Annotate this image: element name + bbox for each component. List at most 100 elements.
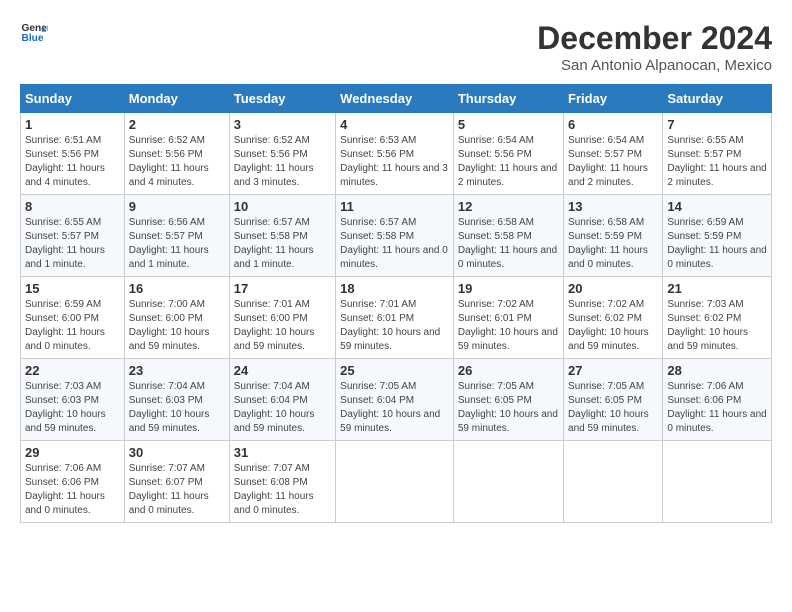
calendar-cell [336, 441, 454, 523]
calendar-cell: 14 Sunrise: 6:59 AM Sunset: 5:59 PM Dayli… [663, 195, 772, 277]
day-number: 12 [458, 199, 559, 214]
day-info: Sunrise: 7:05 AM Sunset: 6:05 PM Dayligh… [458, 380, 559, 436]
day-info: Sunrise: 7:02 AM Sunset: 6:02 PM Dayligh… [568, 298, 658, 354]
day-number: 6 [568, 117, 658, 132]
day-number: 31 [234, 445, 331, 460]
calendar-cell: 11 Sunrise: 6:57 AM Sunset: 5:58 PM Dayli… [336, 195, 454, 277]
day-info: Sunrise: 6:55 AM Sunset: 5:57 PM Dayligh… [667, 134, 767, 190]
calendar-cell: 26 Sunrise: 7:05 AM Sunset: 6:05 PM Dayli… [453, 359, 563, 441]
day-info: Sunrise: 6:57 AM Sunset: 5:58 PM Dayligh… [234, 216, 331, 272]
day-number: 14 [667, 199, 767, 214]
day-info: Sunrise: 7:05 AM Sunset: 6:05 PM Dayligh… [568, 380, 658, 436]
day-info: Sunrise: 7:07 AM Sunset: 6:08 PM Dayligh… [234, 462, 331, 518]
day-info: Sunrise: 6:51 AM Sunset: 5:56 PM Dayligh… [25, 134, 120, 190]
calendar-table: SundayMondayTuesdayWednesdayThursdayFrid… [20, 84, 772, 523]
day-info: Sunrise: 6:57 AM Sunset: 5:58 PM Dayligh… [340, 216, 449, 272]
day-number: 13 [568, 199, 658, 214]
day-number: 28 [667, 363, 767, 378]
calendar-cell: 12 Sunrise: 6:58 AM Sunset: 5:58 PM Dayli… [453, 195, 563, 277]
day-number: 22 [25, 363, 120, 378]
col-header-friday: Friday [564, 85, 663, 113]
logo: General Blue [20, 20, 48, 48]
col-header-sunday: Sunday [21, 85, 125, 113]
day-info: Sunrise: 7:01 AM Sunset: 6:01 PM Dayligh… [340, 298, 449, 354]
calendar-week-row: 29 Sunrise: 7:06 AM Sunset: 6:06 PM Dayli… [21, 441, 772, 523]
day-info: Sunrise: 6:52 AM Sunset: 5:56 PM Dayligh… [234, 134, 331, 190]
day-info: Sunrise: 6:55 AM Sunset: 5:57 PM Dayligh… [25, 216, 120, 272]
calendar-cell: 25Sunrise: 7:05 AM Sunset: 6:04 PM Dayli… [336, 359, 454, 441]
day-number: 29 [25, 445, 120, 460]
calendar-cell [564, 441, 663, 523]
sub-title: San Antonio Alpanocan, Mexico [537, 57, 772, 74]
calendar-cell: 13 Sunrise: 6:58 AM Sunset: 5:59 PM Dayli… [564, 195, 663, 277]
logo-icon: General Blue [20, 20, 48, 48]
calendar-cell: 3 Sunrise: 6:52 AM Sunset: 5:56 PM Daylig… [229, 113, 335, 195]
col-header-saturday: Saturday [663, 85, 772, 113]
day-info: Sunrise: 7:06 AM Sunset: 6:06 PM Dayligh… [25, 462, 120, 518]
day-number: 3 [234, 117, 331, 132]
col-header-thursday: Thursday [453, 85, 563, 113]
day-number: 24 [234, 363, 331, 378]
calendar-cell: 6 Sunrise: 6:54 AM Sunset: 5:57 PM Daylig… [564, 113, 663, 195]
calendar-cell: 5Sunrise: 6:54 AM Sunset: 5:56 PM Daylig… [453, 113, 563, 195]
svg-text:Blue: Blue [22, 33, 44, 44]
day-number: 7 [667, 117, 767, 132]
day-number: 26 [458, 363, 559, 378]
day-info: Sunrise: 7:03 AM Sunset: 6:03 PM Dayligh… [25, 380, 120, 436]
calendar-cell: 15Sunrise: 6:59 AM Sunset: 6:00 PM Dayli… [21, 277, 125, 359]
calendar-cell: 17Sunrise: 7:01 AM Sunset: 6:00 PM Dayli… [229, 277, 335, 359]
day-number: 1 [25, 117, 120, 132]
day-number: 16 [129, 281, 225, 296]
calendar-week-row: 22 Sunrise: 7:03 AM Sunset: 6:03 PM Dayli… [21, 359, 772, 441]
col-header-tuesday: Tuesday [229, 85, 335, 113]
day-info: Sunrise: 7:05 AM Sunset: 6:04 PM Dayligh… [340, 380, 449, 436]
calendar-cell: 27Sunrise: 7:05 AM Sunset: 6:05 PM Dayli… [564, 359, 663, 441]
day-info: Sunrise: 7:04 AM Sunset: 6:04 PM Dayligh… [234, 380, 331, 436]
calendar-cell [453, 441, 563, 523]
day-number: 10 [234, 199, 331, 214]
calendar-cell: 22 Sunrise: 7:03 AM Sunset: 6:03 PM Dayli… [21, 359, 125, 441]
day-info: Sunrise: 6:56 AM Sunset: 5:57 PM Dayligh… [129, 216, 225, 272]
calendar-cell: 18Sunrise: 7:01 AM Sunset: 6:01 PM Dayli… [336, 277, 454, 359]
calendar-cell: 31 Sunrise: 7:07 AM Sunset: 6:08 PM Dayli… [229, 441, 335, 523]
calendar-week-row: 1 Sunrise: 6:51 AM Sunset: 5:56 PM Daylig… [21, 113, 772, 195]
day-info: Sunrise: 6:58 AM Sunset: 5:59 PM Dayligh… [568, 216, 658, 272]
calendar-cell: 20 Sunrise: 7:02 AM Sunset: 6:02 PM Dayli… [564, 277, 663, 359]
day-number: 19 [458, 281, 559, 296]
day-info: Sunrise: 7:04 AM Sunset: 6:03 PM Dayligh… [129, 380, 225, 436]
day-number: 9 [129, 199, 225, 214]
calendar-cell: 9 Sunrise: 6:56 AM Sunset: 5:57 PM Daylig… [124, 195, 229, 277]
day-info: Sunrise: 7:06 AM Sunset: 6:06 PM Dayligh… [667, 380, 767, 436]
day-number: 5 [458, 117, 559, 132]
col-header-wednesday: Wednesday [336, 85, 454, 113]
day-info: Sunrise: 6:58 AM Sunset: 5:58 PM Dayligh… [458, 216, 559, 272]
calendar-cell: 7 Sunrise: 6:55 AM Sunset: 5:57 PM Daylig… [663, 113, 772, 195]
day-info: Sunrise: 6:59 AM Sunset: 5:59 PM Dayligh… [667, 216, 767, 272]
calendar-week-row: 8Sunrise: 6:55 AM Sunset: 5:57 PM Daylig… [21, 195, 772, 277]
calendar-cell: 23Sunrise: 7:04 AM Sunset: 6:03 PM Dayli… [124, 359, 229, 441]
day-info: Sunrise: 7:03 AM Sunset: 6:02 PM Dayligh… [667, 298, 767, 354]
calendar-cell [663, 441, 772, 523]
calendar-cell: 19 Sunrise: 7:02 AM Sunset: 6:01 PM Dayli… [453, 277, 563, 359]
calendar-cell: 24 Sunrise: 7:04 AM Sunset: 6:04 PM Dayli… [229, 359, 335, 441]
header: General Blue December 2024 San Antonio A… [20, 20, 772, 74]
day-info: Sunrise: 7:00 AM Sunset: 6:00 PM Dayligh… [129, 298, 225, 354]
main-title: December 2024 [537, 20, 772, 57]
calendar-cell: 30 Sunrise: 7:07 AM Sunset: 6:07 PM Dayli… [124, 441, 229, 523]
day-number: 17 [234, 281, 331, 296]
day-info: Sunrise: 7:07 AM Sunset: 6:07 PM Dayligh… [129, 462, 225, 518]
day-number: 11 [340, 199, 449, 214]
day-number: 20 [568, 281, 658, 296]
day-info: Sunrise: 6:54 AM Sunset: 5:57 PM Dayligh… [568, 134, 658, 190]
day-number: 4 [340, 117, 449, 132]
col-header-monday: Monday [124, 85, 229, 113]
day-info: Sunrise: 6:52 AM Sunset: 5:56 PM Dayligh… [129, 134, 225, 190]
calendar-week-row: 15Sunrise: 6:59 AM Sunset: 6:00 PM Dayli… [21, 277, 772, 359]
calendar-cell: 28 Sunrise: 7:06 AM Sunset: 6:06 PM Dayli… [663, 359, 772, 441]
day-info: Sunrise: 6:59 AM Sunset: 6:00 PM Dayligh… [25, 298, 120, 354]
day-number: 30 [129, 445, 225, 460]
day-number: 21 [667, 281, 767, 296]
title-area: December 2024 San Antonio Alpanocan, Mex… [537, 20, 772, 74]
calendar-cell: 21 Sunrise: 7:03 AM Sunset: 6:02 PM Dayli… [663, 277, 772, 359]
day-info: Sunrise: 7:02 AM Sunset: 6:01 PM Dayligh… [458, 298, 559, 354]
